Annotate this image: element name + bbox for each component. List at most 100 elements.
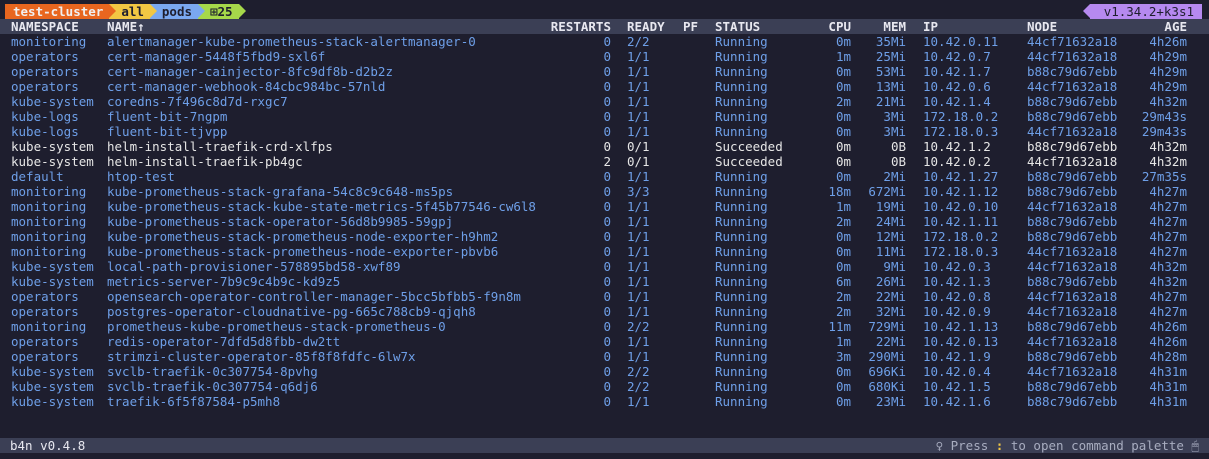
table-row[interactable]: monitoring kube-prometheus-stack-kube-sta… xyxy=(0,199,1209,214)
table-row[interactable]: monitoring prometheus-kube-prometheus-sta… xyxy=(0,319,1209,334)
table-row[interactable]: kube-system svclb-traefik-0c307754-8pvhg 0… xyxy=(0,364,1209,379)
cell-age: 4h31m xyxy=(1149,379,1187,394)
cell-restarts: 0 xyxy=(603,364,611,379)
cell-mem: 22Mi xyxy=(875,334,906,349)
table-row[interactable]: kube-system helm-install-traefik-pb4gc 2 0/… xyxy=(0,154,1209,169)
cell-age: 4h29m xyxy=(1149,64,1187,79)
cell-ready: 3/3 xyxy=(627,184,650,199)
cell-ready: 2/2 xyxy=(627,364,650,379)
cell-ip: 10.42.1.9 xyxy=(923,349,991,364)
cell-mem: 26Mi xyxy=(875,274,906,289)
column-header-pf[interactable]: PF xyxy=(683,19,698,34)
cell-namespace: operators xyxy=(11,304,79,319)
table-row[interactable]: kube-logs fluent-bit-7ngpm 0 1/1 Running 0m 3M… xyxy=(0,109,1209,124)
table-row[interactable]: operators cert-manager-5448f5fbd9-sxl6f 0 1… xyxy=(0,49,1209,64)
cell-mem: 53Mi xyxy=(875,64,906,79)
cell-mem: 35Mi xyxy=(875,34,906,49)
column-header-namespace[interactable]: NAMESPACE xyxy=(11,19,79,34)
table-row[interactable]: kube-logs fluent-bit-tjvpp 0 1/1 Running 0m 3M… xyxy=(0,124,1209,139)
table-row[interactable]: operators opensearch-operator-controller-… xyxy=(0,289,1209,304)
table-row[interactable]: kube-system local-path-provisioner-578895… xyxy=(0,259,1209,274)
cell-namespace: kube-system xyxy=(11,379,94,394)
table-row[interactable]: default htop-test 0 1/1 Running 0m 2Mi 10.42.1.… xyxy=(0,169,1209,184)
cluster-name: test-cluster xyxy=(13,4,104,19)
cell-node: b88c79d67ebb xyxy=(1027,94,1118,109)
table-row[interactable]: monitoring kube-prometheus-stack-operator… xyxy=(0,214,1209,229)
cell-age: 4h27m xyxy=(1149,244,1187,259)
table-row[interactable]: kube-system coredns-7f496c8d7d-rxgc7 0 1/1 R… xyxy=(0,94,1209,109)
cell-ready: 1/1 xyxy=(627,244,650,259)
cell-cpu: 0m xyxy=(835,34,851,49)
cell-restarts: 0 xyxy=(603,34,611,49)
command-palette-hint: ♀ Press : to open command palette 🖱 xyxy=(936,438,1199,453)
cell-restarts: 0 xyxy=(603,79,611,94)
cell-node: b88c79d67ebb xyxy=(1027,274,1118,289)
cell-restarts: 0 xyxy=(603,64,611,79)
cell-ready: 0/1 xyxy=(627,139,650,154)
table-row[interactable]: operators postgres-operator-cloudnative-p… xyxy=(0,304,1209,319)
column-header-status[interactable]: STATUS xyxy=(715,19,760,34)
cell-ip: 10.42.1.7 xyxy=(923,64,991,79)
cell-restarts: 0 xyxy=(603,319,611,334)
cell-name: svclb-traefik-0c307754-q6dj6 xyxy=(107,379,318,394)
cell-ip: 10.42.0.4 xyxy=(923,364,991,379)
cell-ready: 1/1 xyxy=(627,229,650,244)
cell-ready: 1/1 xyxy=(627,394,650,409)
table-row[interactable]: kube-system metrics-server-7b9c9c4b9c-kd9… xyxy=(0,274,1209,289)
resource-kind-segment[interactable]: pods xyxy=(149,4,206,19)
table-row[interactable]: kube-system helm-install-traefik-crd-xlfp… xyxy=(0,139,1209,154)
table-row[interactable]: operators cert-manager-cainjector-8fc9df8… xyxy=(0,64,1209,79)
cell-name: cert-manager-5448f5fbd9-sxl6f xyxy=(107,49,326,64)
column-header-ip[interactable]: IP xyxy=(923,19,938,34)
table-row[interactable]: monitoring alertmanager-kube-prometheus-s… xyxy=(0,34,1209,49)
table-row[interactable]: monitoring kube-prometheus-stack-promethe… xyxy=(0,229,1209,244)
table-row[interactable]: kube-system svclb-traefik-0c307754-q6dj6 0… xyxy=(0,379,1209,394)
cell-mem: 12Mi xyxy=(875,229,906,244)
cell-cpu: 0m xyxy=(835,169,851,184)
cell-ready: 2/2 xyxy=(627,34,650,49)
cluster-context-segment[interactable]: test-cluster xyxy=(5,4,117,19)
table-row[interactable]: operators cert-manager-webhook-84cbc984bc… xyxy=(0,79,1209,94)
cell-mem: 2Mi xyxy=(883,169,906,184)
cell-mem: 672Mi xyxy=(868,184,906,199)
cell-namespace: monitoring xyxy=(11,229,87,244)
cell-node: 44cf71632a18 xyxy=(1027,289,1118,304)
cell-name: helm-install-traefik-crd-xlfps xyxy=(107,139,333,154)
cell-ip: 10.42.0.2 xyxy=(923,154,991,169)
cell-name: postgres-operator-cloudnative-pg-665c788… xyxy=(107,304,476,319)
column-header-age[interactable]: AGE xyxy=(1130,19,1187,34)
column-header-mem[interactable]: MEM xyxy=(860,19,906,34)
cell-node: 44cf71632a18 xyxy=(1027,34,1118,49)
cell-mem: 11Mi xyxy=(875,244,906,259)
cell-ready: 1/1 xyxy=(627,49,650,64)
cell-age: 4h28m xyxy=(1149,349,1187,364)
mouse-icon[interactable]: 🖱 xyxy=(1191,438,1199,453)
cell-restarts: 0 xyxy=(603,259,611,274)
table-row[interactable]: operators redis-operator-7dfd5d8fbb-dw2tt… xyxy=(0,334,1209,349)
cell-namespace: kube-system xyxy=(11,394,94,409)
column-header-ready[interactable]: READY xyxy=(627,19,665,34)
cell-restarts: 0 xyxy=(603,139,611,154)
table-row[interactable]: kube-system traefik-6f5f87584-p5mh8 0 1/1 Ru… xyxy=(0,394,1209,409)
cell-restarts: 0 xyxy=(603,244,611,259)
cell-status: Running xyxy=(715,34,768,49)
cell-restarts: 0 xyxy=(603,229,611,244)
cell-ready: 1/1 xyxy=(627,124,650,139)
cell-mem: 13Mi xyxy=(875,79,906,94)
resource-count: 25 xyxy=(217,4,233,19)
cell-namespace: operators xyxy=(11,49,79,64)
cell-cpu: 11m xyxy=(828,319,851,334)
column-header-node[interactable]: NODE xyxy=(1027,19,1057,34)
app-version: v0.4.8 xyxy=(40,438,86,453)
column-header-cpu[interactable]: CPU xyxy=(810,19,851,34)
cell-restarts: 0 xyxy=(603,274,611,289)
column-header-restarts[interactable]: RESTARTS xyxy=(530,19,611,34)
cell-mem: 9Mi xyxy=(883,259,906,274)
cell-age: 4h32m xyxy=(1149,139,1187,154)
cell-mem: 290Mi xyxy=(868,349,906,364)
cell-namespace: monitoring xyxy=(11,34,87,49)
table-row[interactable]: monitoring kube-prometheus-stack-grafana-… xyxy=(0,184,1209,199)
column-header-name[interactable]: NAME↑ xyxy=(107,19,145,34)
table-row[interactable]: operators strimzi-cluster-operator-85f8f8… xyxy=(0,349,1209,364)
table-row[interactable]: monitoring kube-prometheus-stack-promethe… xyxy=(0,244,1209,259)
